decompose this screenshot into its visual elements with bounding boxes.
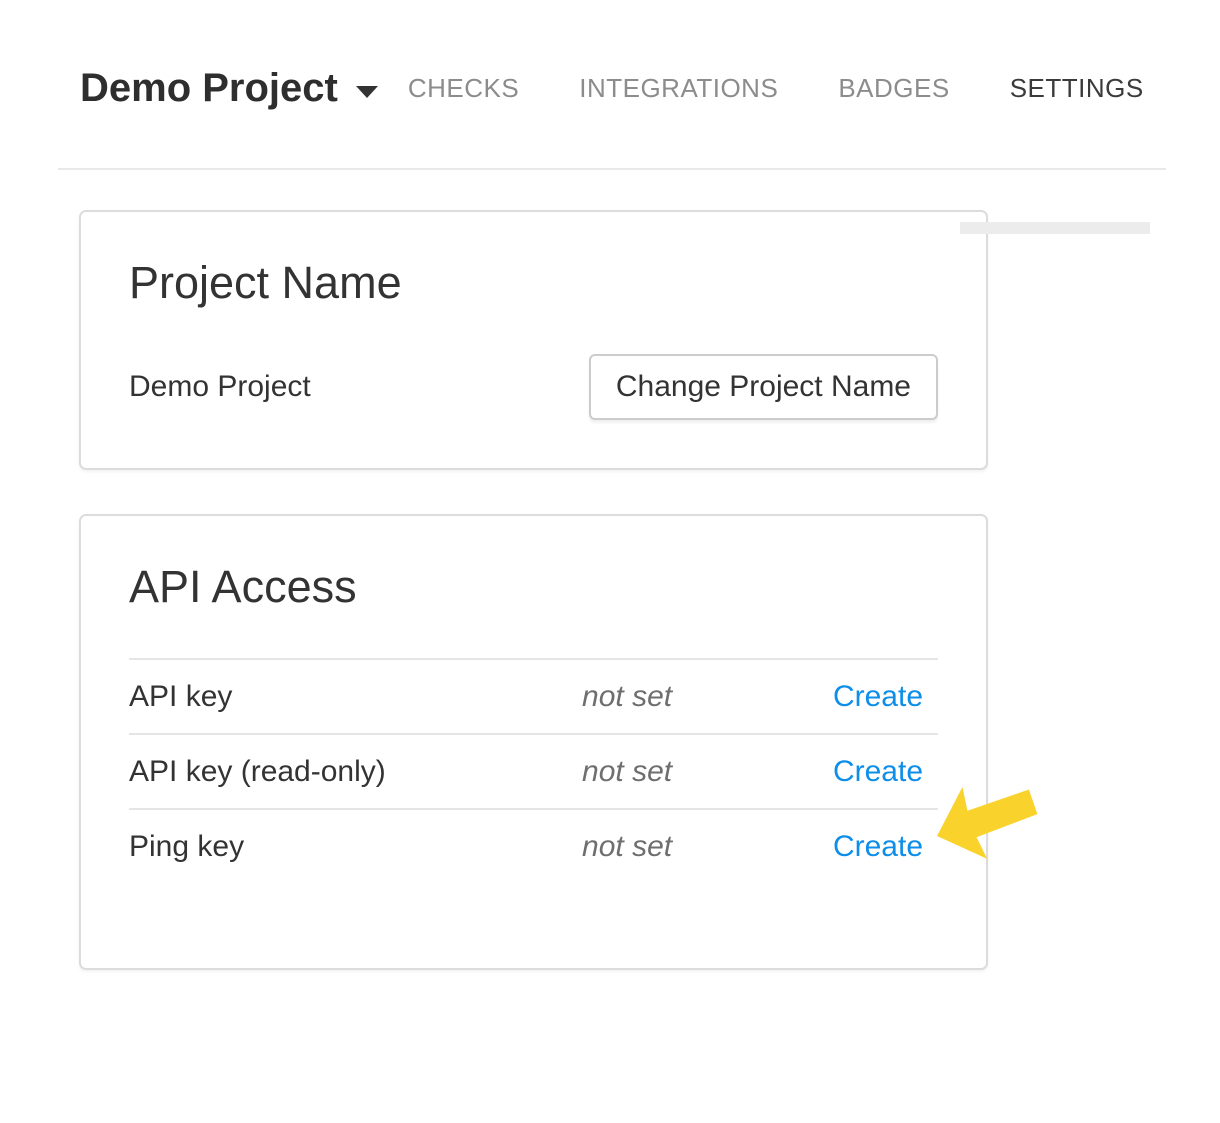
- table-row-api-key: API key not set Create: [129, 659, 938, 734]
- current-project-name: Demo Project: [129, 370, 311, 404]
- api-access-card-title: API Access: [129, 560, 938, 614]
- main-nav: CHECKS INTEGRATIONS BADGES SETTINGS: [378, 64, 1174, 112]
- tab-integrations[interactable]: INTEGRATIONS: [549, 73, 808, 104]
- api-key-value: not set: [582, 659, 817, 734]
- create-api-key-readonly-link[interactable]: Create: [833, 755, 923, 788]
- page-content: Demo Project CHECKS INTEGRATIONS BADGES …: [54, 64, 1166, 970]
- header-divider: [58, 168, 1166, 170]
- tab-badges[interactable]: BADGES: [808, 73, 979, 104]
- project-switcher[interactable]: Demo Project: [80, 64, 378, 112]
- api-key-readonly-value: not set: [582, 734, 817, 809]
- api-access-card: API Access API key not set Create API ke…: [79, 514, 988, 970]
- caret-down-icon: [356, 86, 378, 98]
- project-name-card: Project Name Demo Project Change Project…: [79, 210, 988, 470]
- table-row-ping-key: Ping key not set Create: [129, 809, 938, 884]
- api-key-readonly-label: API key (read-only): [129, 734, 582, 809]
- tab-settings[interactable]: SETTINGS: [980, 73, 1174, 104]
- api-keys-table: API key not set Create API key (read-onl…: [129, 658, 938, 884]
- project-name-card-title: Project Name: [129, 256, 938, 310]
- api-key-label: API key: [129, 659, 582, 734]
- header: Demo Project CHECKS INTEGRATIONS BADGES …: [54, 64, 1166, 112]
- change-project-name-button[interactable]: Change Project Name: [589, 354, 938, 420]
- project-name-row: Demo Project Change Project Name: [129, 354, 938, 420]
- create-ping-key-link[interactable]: Create: [833, 830, 923, 863]
- table-row-api-key-readonly: API key (read-only) not set Create: [129, 734, 938, 809]
- create-api-key-link[interactable]: Create: [833, 680, 923, 713]
- ping-key-label: Ping key: [129, 809, 582, 884]
- project-title: Demo Project: [80, 64, 338, 112]
- tab-checks[interactable]: CHECKS: [378, 73, 549, 104]
- ping-key-value: not set: [582, 809, 817, 884]
- active-tab-indicator: [960, 222, 1150, 234]
